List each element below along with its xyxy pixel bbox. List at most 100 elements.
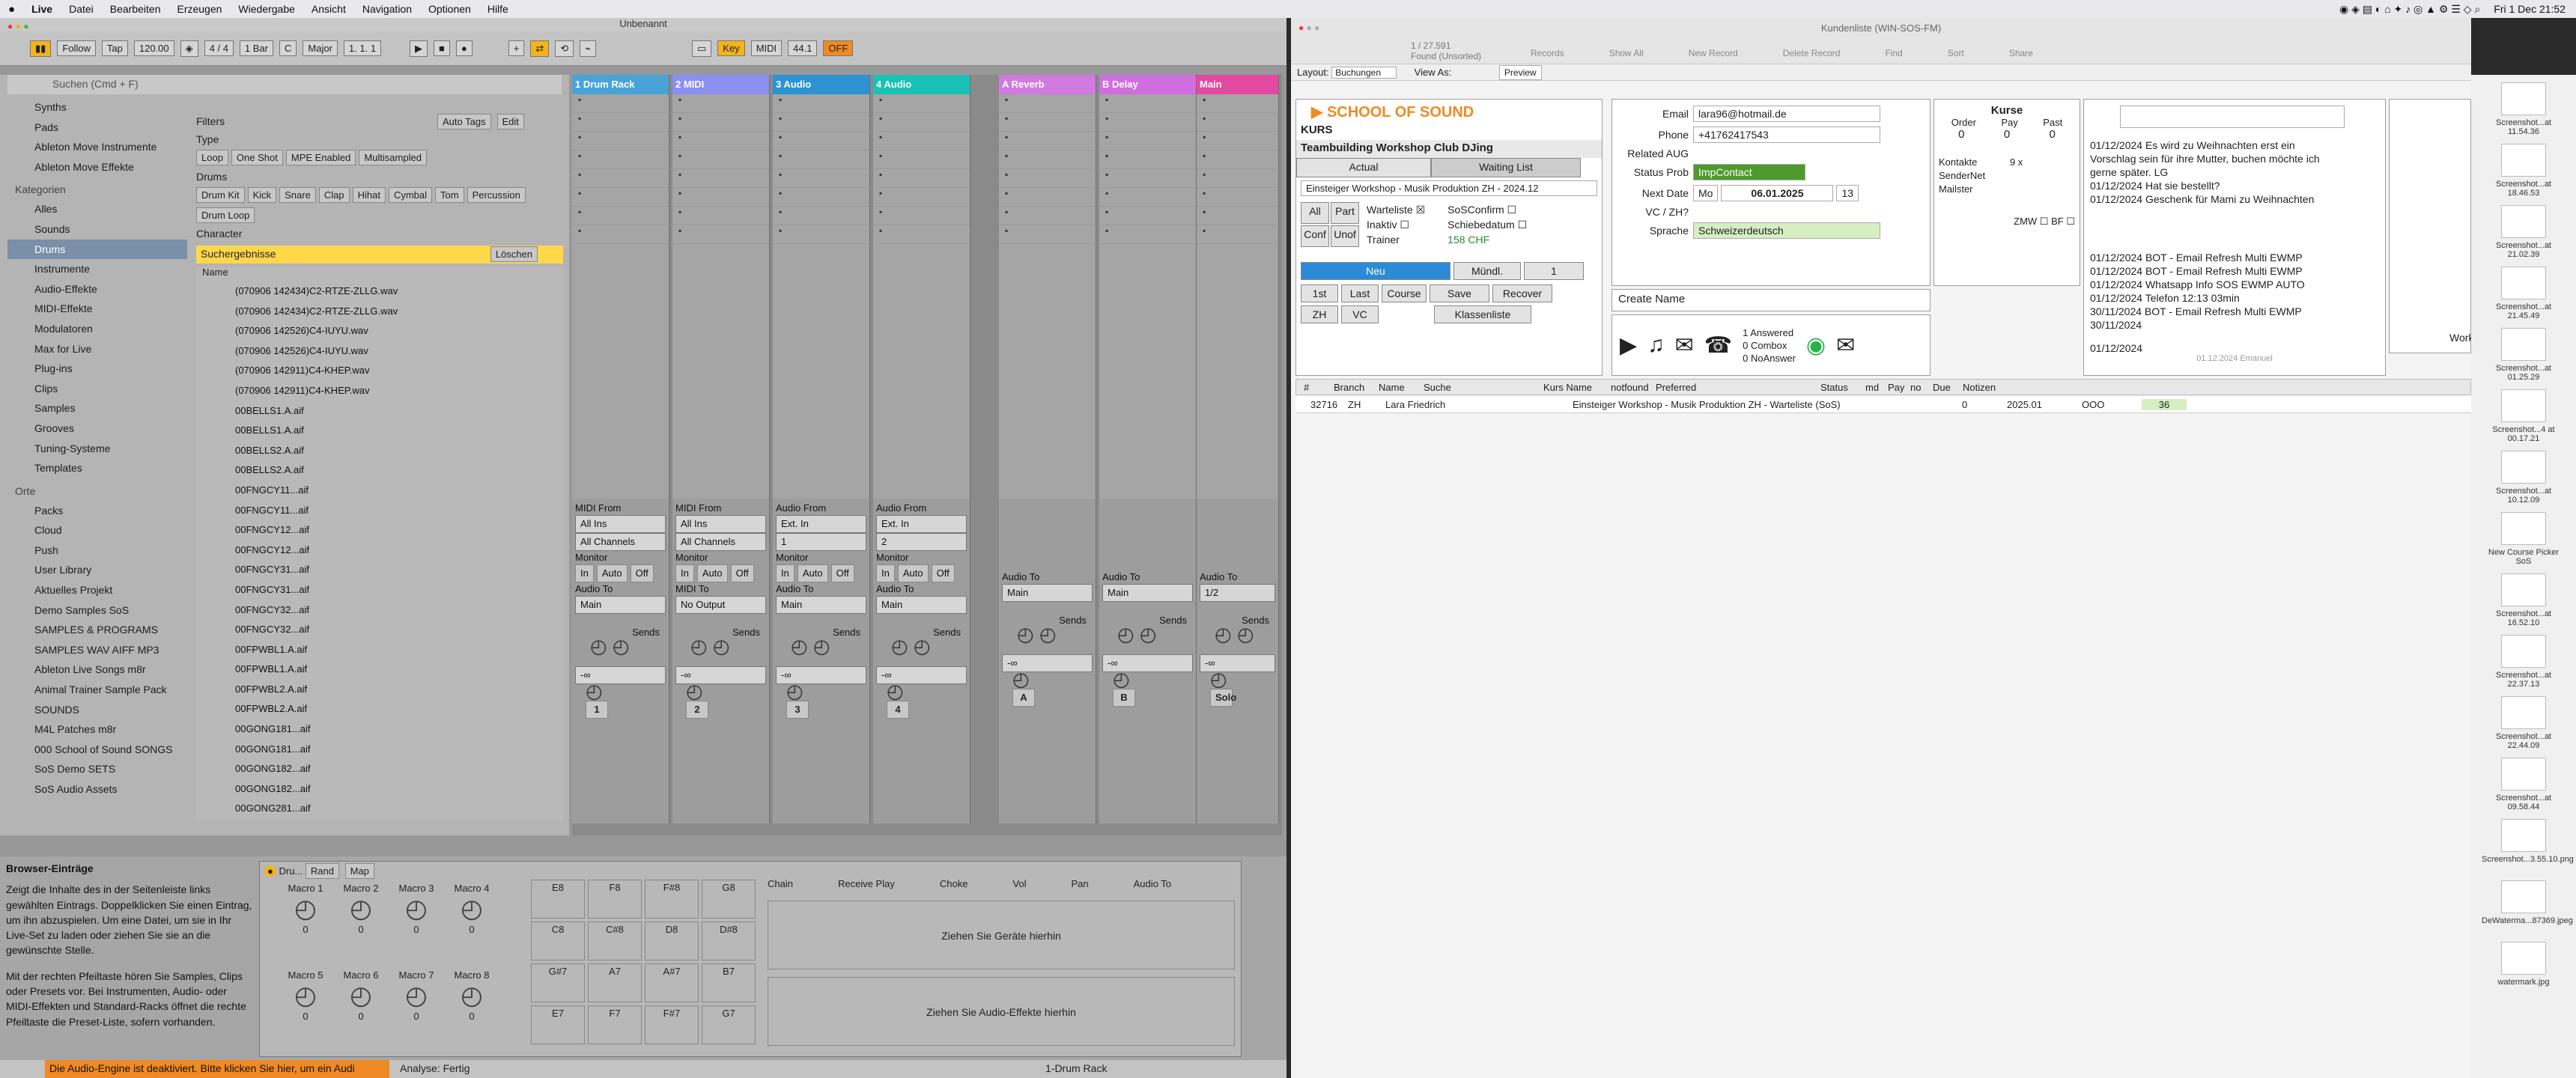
clip-slot[interactable]: ▪ [999,207,1096,225]
filters-title[interactable]: Filters [196,115,225,127]
clip-slot[interactable]: ▪ [773,207,869,225]
menu-item[interactable]: Hilfe [479,3,517,15]
whatsapp-icon[interactable]: ◉ [1806,332,1826,359]
list-column[interactable]: Branch [1326,382,1371,393]
send-knobs[interactable]: ◴ ◴ [876,636,967,656]
clip-slot[interactable]: ▪ [672,169,769,188]
drum-pad[interactable]: A7 [588,963,642,1002]
course-name-field[interactable]: Einsteiger Workshop - Musik Produktion Z… [1301,180,1597,196]
pan-knob[interactable]: ◴ [575,681,666,701]
list-item[interactable]: (070906 142911)C4-KHEP.wav [196,381,563,401]
quantize-select[interactable]: 1 Bar [239,40,273,56]
audio-off-badge[interactable]: OFF [823,40,854,56]
clip-slot[interactable]: ▪ [1099,225,1196,244]
channel-select[interactable]: All Channels [675,533,766,551]
email-field[interactable]: lara96@hotmail.de [1693,106,1880,122]
clip-slot[interactable]: ▪ [572,132,669,150]
sidebar-category[interactable]: Tuning-Systeme [7,439,187,459]
last-button[interactable]: Last [1341,284,1379,302]
input-select[interactable]: All Ins [675,515,766,533]
clip-slot[interactable]: ▪ [1197,225,1278,244]
sidebar-category[interactable]: Alles [7,199,187,219]
zmw-label[interactable]: ZMW [2014,216,2037,227]
clip-slot[interactable]: ▪ [1099,132,1196,150]
list-item[interactable]: 00GONG281...aif [196,799,563,819]
clip-slot[interactable]: ▪ [672,94,769,113]
menu-item[interactable]: Erzeugen [168,3,230,15]
cpu-icon[interactable]: ▭ [692,40,712,57]
monitor-in[interactable]: In [776,564,795,582]
desktop-file[interactable]: Screenshot...4 at 00.17.21 [2482,389,2566,443]
list-item[interactable]: 00FNGCY32...aif [196,600,563,621]
sidebar-place[interactable]: 000 School of Sound SONGS [7,740,187,760]
clip-slot[interactable]: ▪ [1197,169,1278,188]
fm-toolbar-button[interactable]: Sort [1948,48,1964,58]
table-row[interactable]: 32716 ZH Lara Friedrich Einsteiger Works… [1295,397,2471,413]
clip-slot[interactable]: ▪ [672,113,769,132]
macro-knob[interactable]: Macro 3 ◴ 0 [390,878,443,960]
layout-select[interactable]: Buchungen [1331,67,1397,79]
macro-knob[interactable]: Macro 8 ◴ 0 [446,965,498,1047]
phone-field[interactable]: +41762417543 [1693,127,1880,143]
list-column[interactable]: Preferred [1648,382,1813,393]
week-field[interactable]: 13 [1836,185,1859,201]
loop-icon[interactable]: ⟲ [555,40,574,57]
drum-pad[interactable]: F#7 [645,1005,699,1044]
desktop-file[interactable]: watermark.jpg [2482,942,2566,987]
stop-icon[interactable]: ■ [434,40,450,56]
sprache-field[interactable]: Schweizerdeutsch [1693,222,1880,239]
menu-item[interactable]: Bearbeiten [102,3,169,15]
list-item[interactable]: 00GONG181...aif [196,740,563,760]
course-button[interactable]: Course [1382,284,1427,302]
clip-slot[interactable]: ▪ [572,94,669,113]
monitor-off[interactable]: Off [730,564,754,582]
track-header[interactable]: A Reverb [999,75,1096,94]
edit-button[interactable]: Edit [496,114,524,130]
list-item[interactable]: (070906 142526)C4-IUYU.wav [196,321,563,341]
clip-slot[interactable]: ▪ [873,207,970,225]
list-column[interactable]: Notizen [1955,382,2015,393]
list-column[interactable]: # [1296,382,1326,393]
mundl-button[interactable]: Mündl. [1453,262,1521,280]
sidebar-place[interactable]: SAMPLES WAV AIFF MP3 [7,640,187,660]
drum-pad[interactable]: A#7 [645,963,699,1002]
send-knobs[interactable]: ◴ ◴ [776,636,866,656]
tap-button[interactable]: Tap [101,40,128,56]
list-column[interactable]: Due [1925,382,1955,393]
output-select[interactable]: Main [1102,584,1193,602]
macro-knob[interactable]: Macro 7 ◴ 0 [390,965,443,1047]
fm-toolbar-button[interactable]: Show All [1609,48,1644,58]
filter-part[interactable]: Part [1331,202,1359,224]
clip-slot[interactable]: ▪ [873,225,970,244]
send-knobs[interactable]: ◴ ◴ [575,636,666,656]
drum-pad[interactable]: C8 [531,922,585,960]
track-header[interactable]: 2 MIDI [672,75,769,94]
phone-icon[interactable]: ☎ [1704,332,1732,359]
sidebar-place[interactable]: Cloud [7,520,187,540]
clip-slot[interactable]: ▪ [572,113,669,132]
sidebar-category[interactable]: Plug-ins [7,359,187,379]
track-header[interactable]: B Delay [1099,75,1196,94]
monitor-auto[interactable]: Auto [596,564,628,582]
note-input[interactable] [2120,106,2345,128]
clip-slot[interactable]: ▪ [672,207,769,225]
fm-toolbar-button[interactable]: Records [1531,48,1564,58]
list-item[interactable]: 00GONG181...aif [196,719,563,740]
list-column[interactable]: notfound [1603,382,1649,393]
track-activator[interactable]: B [1113,689,1135,707]
desktop-file[interactable]: Screenshot...at 22.44.09 [2482,696,2566,750]
list-item[interactable]: (070906 142911)C4-KHEP.wav [196,361,563,381]
clip-slot[interactable]: ▪ [773,188,869,207]
count-field[interactable]: 1 [1524,262,1584,280]
clip-slot[interactable]: ▪ [999,132,1096,150]
list-item[interactable]: 00FNGCY12...aif [196,520,563,540]
send-knobs[interactable]: ◴ ◴ [1002,624,1093,644]
music-icon[interactable]: ♫ [1647,332,1665,358]
type-tag[interactable]: Loop [196,150,228,165]
desktop-file[interactable]: Screenshot...at 21.02.39 [2482,205,2566,259]
clip-slot[interactable]: ▪ [873,132,970,150]
channel-select[interactable]: 1 [776,533,866,551]
filter-conf[interactable]: Conf [1301,225,1329,247]
macro-knob[interactable]: Macro 5 ◴ 0 [279,965,332,1047]
clear-button[interactable]: Löschen [490,246,538,262]
